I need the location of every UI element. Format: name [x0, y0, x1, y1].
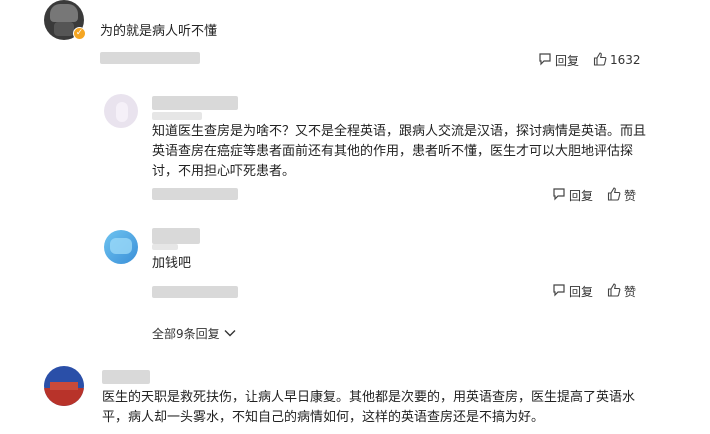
comment-actions: 回复 1632	[538, 51, 641, 69]
avatar[interactable]	[104, 230, 138, 264]
show-all-replies-button[interactable]: 全部9条回复	[152, 325, 236, 342]
username-placeholder	[152, 96, 238, 110]
like-count[interactable]: 1632	[610, 53, 641, 67]
reply-text: 加钱吧	[152, 256, 192, 271]
username-placeholder	[152, 112, 202, 120]
reply-text: 知道医生查房是为啥不？又不是全程英语，跟病人交流是汉语，探讨病情是英语。而且 英…	[152, 124, 647, 179]
comment-text: 医生的天职是救死扶伤，让病人早日康复。其他都是次要的，用英语查房，医生提高了英语…	[102, 390, 636, 425]
avatar[interactable]	[104, 94, 138, 128]
timestamp-placeholder	[152, 286, 238, 298]
reply-button[interactable]: 回复	[569, 283, 593, 300]
chevron-down-icon[interactable]	[224, 327, 236, 341]
username-placeholder	[152, 244, 178, 250]
reply-button[interactable]: 回复	[569, 187, 593, 204]
comment-bubble-icon[interactable]	[552, 283, 569, 300]
username-placeholder	[100, 52, 200, 64]
thumbs-up-icon[interactable]	[607, 282, 624, 300]
thumbs-up-icon[interactable]	[607, 186, 624, 204]
username-placeholder	[102, 370, 150, 384]
reply-button[interactable]: 回复	[555, 52, 579, 69]
reply-actions: 回复 赞	[552, 186, 636, 204]
comment-text: 为的就是病人听不懂	[100, 24, 218, 39]
like-button[interactable]: 赞	[624, 187, 636, 204]
username-placeholder	[152, 228, 200, 244]
thumbs-up-icon[interactable]	[593, 51, 610, 69]
reply-actions: 回复 赞	[552, 282, 636, 300]
timestamp-placeholder	[152, 188, 238, 200]
comment-bubble-icon[interactable]	[552, 187, 569, 204]
verified-badge-icon: ✓	[73, 27, 86, 40]
avatar[interactable]	[44, 366, 84, 406]
like-button[interactable]: 赞	[624, 283, 636, 300]
comment-bubble-icon[interactable]	[538, 52, 555, 69]
